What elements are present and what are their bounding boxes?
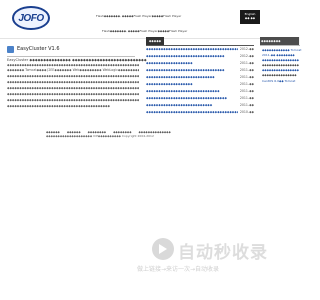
sidebar-right-item[interactable]: ◆◆◆◆◆◆◆◆◆◆◆◆◆◆◆ — [262, 73, 297, 77]
news-item-date: 2010-◆◆ — [239, 110, 254, 114]
sidebar-right-item[interactable]: ◆◆◆◆◆◆◆◆◆◆◆◆◆◆◆◆ — [262, 68, 299, 72]
news-item-title[interactable]: ◆◆◆◆◆◆◆◆◆◆◆◆◆◆◆◆◆◆◆◆◆◆◆◆◆◆◆◆◆◆◆◆ — [146, 68, 238, 72]
news-item-title[interactable]: ◆◆◆◆◆◆◆◆◆◆◆◆◆◆◆◆◆◆◆◆◆◆◆◆◆◆◆◆◆◆◆◆ — [146, 54, 238, 58]
news-item-title[interactable]: ◆◆◆◆◆◆◆◆◆◆◆◆◆◆◆◆◆◆◆◆◆◆◆◆◆◆◆◆ — [146, 75, 238, 79]
news-item-title[interactable]: ◆◆◆◆◆◆◆◆◆◆◆◆◆◆◆◆◆◆◆◆◆◆◆◆◆◆◆◆◆◆◆◆◆◆◆◆◆◆◆◆… — [146, 110, 238, 114]
news-item-title[interactable]: ◆◆◆◆◆◆◆◆◆◆◆◆◆◆◆◆◆◆◆ — [146, 61, 238, 65]
sidebar-right-item[interactable]: CentOS 6.0◆◆ Tomcat — [262, 79, 295, 83]
news-item-date: 2011-◆◆ — [239, 68, 254, 72]
footer-copyright: ◆◆◆◆◆◆◆◆◆◆◆◆◆◆◆◆◆◆◆◆ ICP◆◆◆◆◆◆◆◆◆◆ Copyr… — [46, 134, 154, 138]
watermark-title: 自动秒收录 — [178, 243, 268, 263]
news-item-date: 2011-◆◆ — [239, 61, 254, 65]
language-switcher[interactable]: English ◆◆ ◆◆ — [240, 10, 260, 24]
news-item-date: 2011-◆◆ — [239, 103, 254, 107]
flash-notice: Flash◆◆◆◆◆◆◆, ◆◆◆◆◆Flash Player◆◆◆◆◆Flas… — [96, 14, 182, 18]
sidebar-right-item[interactable]: ◆◆◆◆◆◆◆◆◆◆◆◆◆◆◆◆ — [262, 58, 299, 62]
product-desc-line: ◆◆◆◆◆◆◆◆◆◆◆◆◆◆◆◆◆◆◆◆◆◆◆◆◆◆◆◆◆◆◆◆◆◆◆◆◆◆◆◆… — [7, 98, 139, 102]
news-item-date: 2012-◆◆ — [239, 47, 254, 51]
product-desc-line: ◆◆◆◆◆◆◆◆◆◆◆◆◆◆◆◆◆◆◆◆◆◆◆◆◆◆◆◆◆◆◆◆◆◆◆◆◆◆◆◆… — [7, 80, 139, 84]
news-item-title[interactable]: ◆◆◆◆◆◆◆◆◆◆◆◆◆◆◆◆◆◆◆◆◆◆◆◆◆◆◆ — [146, 103, 238, 107]
news-item-date: 2011-◆◆ — [239, 89, 254, 93]
product-desc-line: ◆◆◆◆◆◆◆◆◆◆◆◆◆◆◆◆◆◆◆◆◆◆◆◆◆◆◆◆◆◆◆◆◆◆◆◆◆◆◆◆… — [7, 86, 139, 90]
product-icon — [7, 46, 14, 53]
news-item-date: 2011-◆◆ — [239, 75, 254, 79]
news-item-title[interactable]: ◆◆◆◆◆◆◆◆◆◆◆◆◆◆◆◆◆◆◆ — [146, 82, 238, 86]
news-item-title[interactable]: ◆◆◆◆◆◆◆◆◆◆◆◆◆◆◆◆◆◆◆◆◆◆◆◆◆◆◆◆◆◆ — [146, 89, 238, 93]
product-title: EasyCluster V1.6 — [17, 46, 60, 52]
sidebar-right-tab[interactable]: ◆◆◆◆◆◆◆◆ — [260, 37, 299, 45]
jofo-logo[interactable]: JOFO — [12, 6, 50, 30]
lang-chinese-link[interactable]: ◆◆ ◆◆ — [240, 16, 260, 20]
news-item[interactable]: ◆◆◆◆◆◆◆◆◆◆◆◆◆◆◆◆◆◆◆◆◆◆◆◆◆◆◆◆◆◆◆◆◆◆◆◆◆◆◆◆… — [146, 108, 254, 116]
product-subtitle: EasyCluster ◆◆◆◆◆◆◆◆◆◆◆◆◆◆◆ ◆◆◆◆◆◆◆◆◆◆◆◆… — [7, 58, 147, 62]
news-item-date: 2011-◆◆ — [239, 96, 254, 100]
product-desc-line: ◆◆◆◆◆◆◆◆◆◆◆◆◆◆◆◆◆◆◆◆◆◆◆◆◆◆◆◆◆◆◆◆◆◆◆◆◆◆◆◆… — [7, 63, 139, 67]
product-desc-line: ◆◆◆◆◆◆◆ Tomcat◆◆◆◆ J2EE◆◆◆◆◆◆◆ Web◆◆◆◆◆◆… — [7, 68, 139, 72]
product-panel-header: EasyCluster V1.6 — [7, 45, 135, 57]
watermark: 自动秒收录 做上链接→来访一次→自动收录 — [137, 236, 292, 286]
sidebar-right-item[interactable]: ◆◆◆◆◆◆◆◆◆◆◆◆◆◆◆◆ — [262, 63, 299, 67]
sidebar-right-item[interactable]: 2011-◆◆ ◆◆◆◆◆◆◆◆ — [262, 53, 295, 57]
play-icon — [152, 238, 174, 260]
sidebar-right-header: ◆◆◆◆◆◆◆◆ — [260, 37, 300, 46]
flash-notice-secondary: Flash◆◆◆◆◆◆◆, ◆◆◆◆◆Flash Player◆◆◆◆◆Flas… — [102, 29, 188, 33]
watermark-subtitle: 做上链接→来访一次→自动收录 — [137, 266, 220, 273]
news-item-title[interactable]: ◆◆◆◆◆◆◆◆◆◆◆◆◆◆◆◆◆◆◆◆◆◆◆◆◆◆◆◆◆◆◆◆◆ — [146, 96, 238, 100]
product-desc-line: ◆◆◆◆◆◆◆◆◆◆◆◆◆◆◆◆◆◆◆◆◆◆◆◆◆◆◆◆◆◆◆◆◆◆◆◆◆◆◆◆… — [7, 104, 110, 108]
sidebar-right-item[interactable]: ◆◆◆◆◆◆◆◆◆◆◆◆ Tomcat — [262, 48, 301, 52]
product-desc-line: ◆◆◆◆◆◆◆◆◆◆◆◆◆◆◆◆◆◆◆◆◆◆◆◆◆◆◆◆◆◆◆◆◆◆◆◆◆◆◆◆… — [7, 74, 139, 78]
news-item-date: 2011-◆◆ — [239, 82, 254, 86]
news-item-date: 2012-◆◆ — [239, 54, 254, 58]
news-item-title[interactable]: ◆◆◆◆◆◆◆◆◆◆◆◆◆◆◆◆◆◆◆◆◆◆◆◆◆◆◆◆◆◆◆◆◆◆◆◆◆◆◆ — [146, 47, 238, 51]
product-desc-line: ◆◆◆◆◆◆◆◆◆◆◆◆◆◆◆◆◆◆◆◆◆◆◆◆◆◆◆◆◆◆◆◆◆◆◆◆◆◆◆◆… — [7, 92, 139, 96]
news-tab[interactable]: ◆◆◆◆◆ — [146, 37, 164, 45]
